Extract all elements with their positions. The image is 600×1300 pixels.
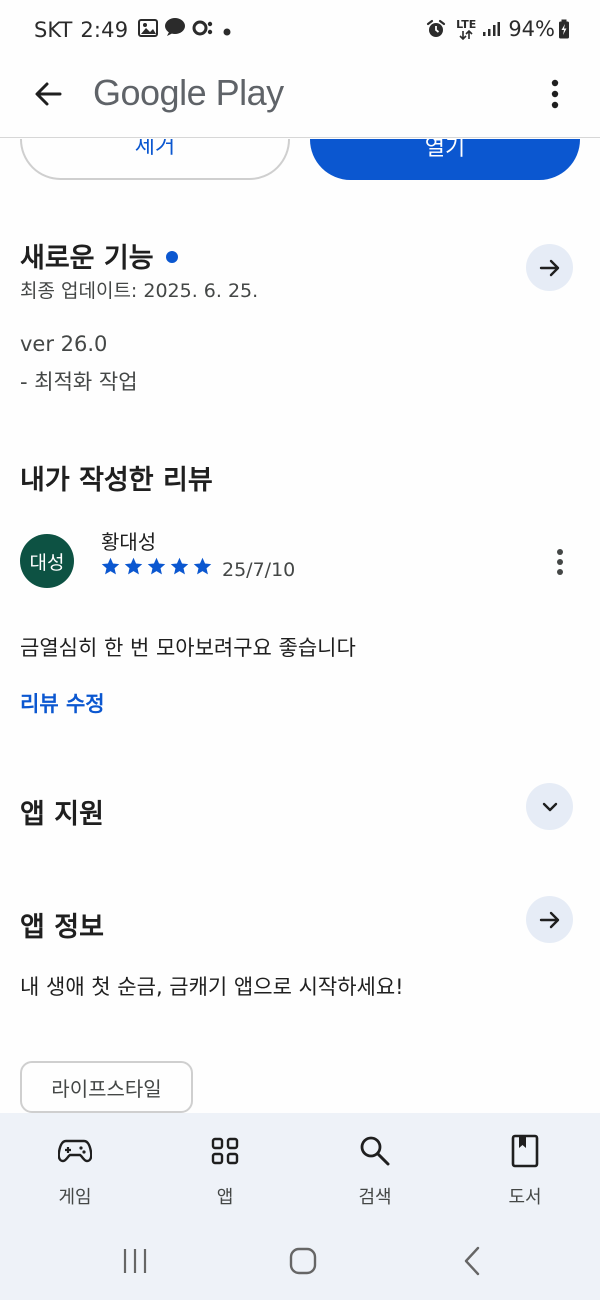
battery-charging-icon <box>558 19 570 39</box>
status-bar: SKT 2:49 LTE 94% <box>0 0 600 58</box>
app-support-expand-button[interactable] <box>526 783 573 830</box>
app-description: 내 생애 첫 순금, 금캐기 앱으로 시작하세요! <box>20 975 404 999</box>
chevron-down-icon <box>542 802 557 811</box>
whats-new-heading: 새로운 기능 <box>20 236 178 275</box>
gamepad-icon <box>58 1139 92 1163</box>
last-updated-date: 최종 업데이트: 2025. 6. 25. <box>20 280 259 302</box>
bottom-navigation: 게임 앱 검색 도서 <box>0 1113 600 1223</box>
chat-bubble-icon <box>164 17 186 42</box>
release-note: - 최적화 작업 <box>20 370 138 394</box>
app-support-title: 앱 지원 <box>20 799 104 830</box>
reviewer-name: 황대성 <box>101 530 157 554</box>
about-app-title: 앱 정보 <box>20 912 104 943</box>
nav-label-apps: 앱 <box>216 1187 234 1208</box>
app-title: Google Play <box>93 72 284 113</box>
search-icon <box>360 1136 390 1166</box>
more-vert-icon <box>557 549 563 575</box>
nav-label-games: 게임 <box>58 1187 92 1208</box>
alarm-icon <box>426 19 446 39</box>
review-body: 금열심히 한 번 모아보려구요 좋습니다 <box>20 636 356 660</box>
avatar: 대성 <box>20 534 74 588</box>
status-left: SKT 2:49 <box>34 17 238 42</box>
arrow-forward-icon <box>539 911 559 928</box>
gallery-icon <box>138 18 159 42</box>
star-icon <box>101 557 120 575</box>
review-options-button[interactable] <box>550 544 570 580</box>
more-options-button[interactable] <box>540 74 570 114</box>
whats-new-arrow-button[interactable] <box>526 244 573 291</box>
apps-grid-icon <box>211 1137 239 1165</box>
recent-apps-button[interactable] <box>115 1243 155 1279</box>
signal-icon <box>482 21 501 37</box>
avatar-initials: 대성 <box>29 551 65 574</box>
arrow-back-icon <box>35 82 62 106</box>
star-icon <box>170 557 189 575</box>
nav-item-books[interactable]: 도서 <box>450 1113 600 1223</box>
edit-review-link[interactable]: 리뷰 수정 <box>20 688 105 718</box>
app-bar: Google Play <box>0 58 600 138</box>
my-review-title: 내가 작성한 리뷰 <box>20 465 213 496</box>
star-icon <box>193 557 212 575</box>
new-indicator-dot <box>165 250 178 263</box>
remove-button[interactable]: 제거 <box>20 139 290 180</box>
star-icon <box>147 557 166 575</box>
system-navigation-bar <box>0 1223 600 1300</box>
notification-dot-icon <box>222 18 232 42</box>
star-rating <box>100 556 215 577</box>
version-label: ver 26.0 <box>20 332 108 356</box>
nav-label-search: 검색 <box>358 1187 392 1208</box>
install-actions: 제거 열기 <box>0 139 600 184</box>
system-back-button[interactable] <box>452 1243 492 1279</box>
nav-label-books: 도서 <box>508 1187 542 1208</box>
review-date: 25/7/10 <box>222 559 296 581</box>
battery-percent: 94% <box>508 17 555 41</box>
book-icon <box>511 1134 539 1168</box>
about-app-arrow-button[interactable] <box>526 896 573 943</box>
star-icon <box>124 557 143 575</box>
status-right: LTE 94% <box>426 17 570 41</box>
recents-icon <box>123 1249 147 1273</box>
open-button[interactable]: 열기 <box>310 139 580 180</box>
nav-item-games[interactable]: 게임 <box>0 1113 150 1223</box>
nav-item-search[interactable]: 검색 <box>300 1113 450 1223</box>
clock: 2:49 <box>80 17 129 42</box>
lte-indicator: LTE <box>456 19 476 40</box>
nav-item-apps[interactable]: 앱 <box>150 1113 300 1223</box>
arrow-forward-icon <box>539 259 559 276</box>
chevron-left-icon <box>464 1246 480 1276</box>
ring-app-icon <box>192 18 216 42</box>
carrier-label: SKT <box>34 17 73 42</box>
more-vert-icon <box>551 79 559 109</box>
back-button[interactable] <box>28 74 68 114</box>
whats-new-title: 새로운 기능 <box>20 243 154 274</box>
category-chip[interactable]: 라이프스타일 <box>20 1061 193 1113</box>
home-button[interactable] <box>283 1243 323 1279</box>
home-icon <box>289 1247 317 1275</box>
